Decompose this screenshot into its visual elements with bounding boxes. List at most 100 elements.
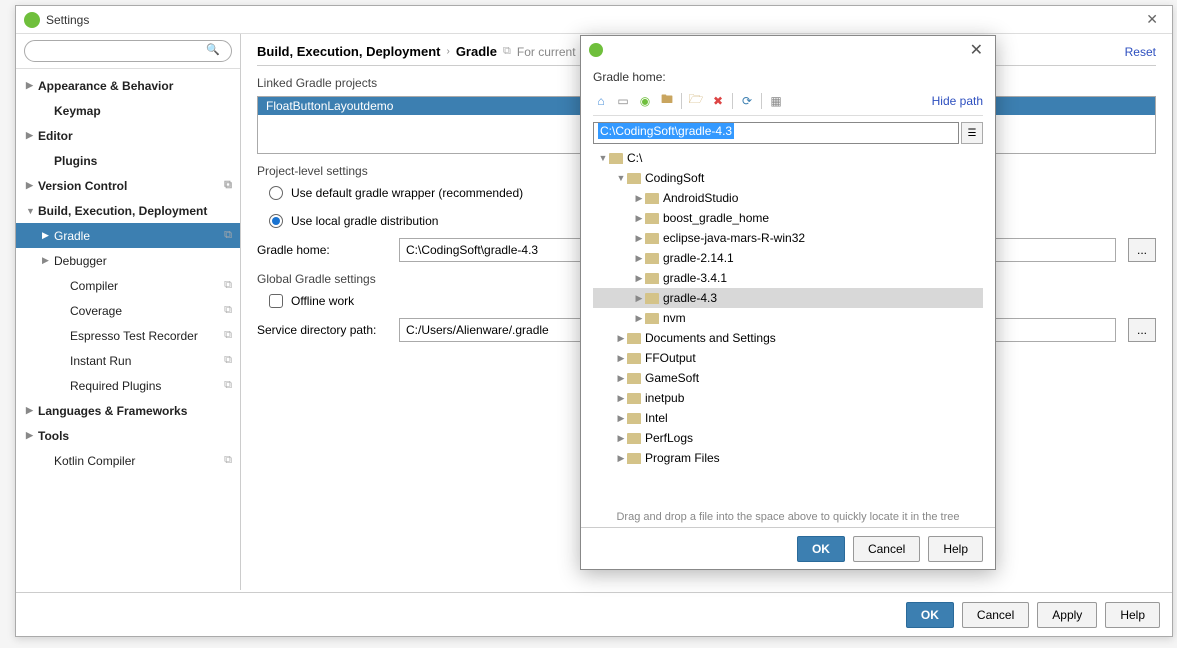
sidebar-item-keymap[interactable]: Keymap <box>16 98 240 123</box>
chevron-right-icon: ▶ <box>633 313 645 324</box>
folder-item-documents-and-settings[interactable]: ▶Documents and Settings <box>593 328 983 348</box>
hide-path-link[interactable]: Hide path <box>932 94 983 108</box>
search-wrap <box>16 34 240 69</box>
folder-item-gradle-4-3[interactable]: ▶gradle-4.3 <box>593 288 983 308</box>
copy-icon[interactable]: ⧉ <box>224 304 232 317</box>
copy-icon[interactable]: ⧉ <box>224 329 232 342</box>
sidebar-item-label: Plugins <box>54 154 97 168</box>
path-history-button[interactable]: ☰ <box>961 122 983 144</box>
modal-toolbar: ⌂ ▭ ◉ 🖿 🗁 ✖ ⟳ ▦ Hide path <box>593 90 983 116</box>
sidebar-item-gradle[interactable]: ▶Gradle⧉ <box>16 223 240 248</box>
gradle-home-browse-button[interactable]: ... <box>1128 238 1156 262</box>
help-button[interactable]: Help <box>1105 602 1160 628</box>
folder-item-boost-gradle-home[interactable]: ▶boost_gradle_home <box>593 208 983 228</box>
folder-item-inetpub[interactable]: ▶inetpub <box>593 388 983 408</box>
refresh-icon[interactable]: ⟳ <box>739 93 755 109</box>
sidebar-item-tools[interactable]: ▶Tools <box>16 423 240 448</box>
apply-button[interactable]: Apply <box>1037 602 1097 628</box>
sidebar-item-version-control[interactable]: ▶Version Control⧉ <box>16 173 240 198</box>
folder-item-gradle-3-4-1[interactable]: ▶gradle-3.4.1 <box>593 268 983 288</box>
search-input[interactable] <box>24 40 232 62</box>
folder-label: Intel <box>645 411 668 425</box>
folder-icon <box>645 293 659 304</box>
sidebar-item-plugins[interactable]: Plugins <box>16 148 240 173</box>
home-icon[interactable]: ⌂ <box>593 93 609 109</box>
copy-icon[interactable]: ⧉ <box>224 354 232 367</box>
folder-item-androidstudio[interactable]: ▶AndroidStudio <box>593 188 983 208</box>
cancel-button[interactable]: Cancel <box>962 602 1029 628</box>
sidebar-item-languages-frameworks[interactable]: ▶Languages & Frameworks <box>16 398 240 423</box>
path-input[interactable]: C:\CodingSoft\gradle-4.3 <box>593 122 959 144</box>
desktop-icon[interactable]: ▭ <box>615 93 631 109</box>
chevron-right-icon: ▶ <box>615 453 627 464</box>
ok-button[interactable]: OK <box>797 536 845 562</box>
folder-label: PerfLogs <box>645 431 693 445</box>
sidebar-item-kotlin-compiler[interactable]: Kotlin Compiler ⧉ <box>16 448 240 473</box>
chevron-right-icon: ▶ <box>42 255 54 266</box>
close-icon[interactable]: ✕ <box>1140 11 1164 28</box>
chevron-right-icon: ▶ <box>26 430 38 441</box>
folder-label: inetpub <box>645 391 684 405</box>
copy-icon[interactable]: ⧉ <box>503 45 511 58</box>
copy-icon[interactable]: ⧉ <box>224 379 232 392</box>
folder-item-c-[interactable]: ▼C:\ <box>593 148 983 168</box>
show-hidden-icon[interactable]: ▦ <box>768 93 784 109</box>
separator <box>681 93 682 109</box>
titlebar: Settings ✕ <box>16 6 1172 34</box>
folder-item-intel[interactable]: ▶Intel <box>593 408 983 428</box>
sidebar-item-build-execution-deployment[interactable]: ▼Build, Execution, Deployment <box>16 198 240 223</box>
folder-item-eclipse-java-mars-r-win32[interactable]: ▶eclipse-java-mars-R-win32 <box>593 228 983 248</box>
help-button[interactable]: Help <box>928 536 983 562</box>
sidebar-item-label: Instant Run <box>70 354 131 368</box>
sidebar-item-compiler[interactable]: Compiler⧉ <box>16 273 240 298</box>
service-dir-browse-button[interactable]: ... <box>1128 318 1156 342</box>
gradle-home-modal-label: Gradle home: <box>593 70 983 84</box>
project-icon[interactable]: ◉ <box>637 93 653 109</box>
copy-icon[interactable]: ⧉ <box>224 229 232 242</box>
folder-item-codingsoft[interactable]: ▼CodingSoft <box>593 168 983 188</box>
sidebar-item-instant-run[interactable]: Instant Run ⧉ <box>16 348 240 373</box>
settings-tree[interactable]: ▶Appearance & BehaviorKeymap▶Editor Plugi… <box>16 69 240 590</box>
folder-item-ffoutput[interactable]: ▶FFOutput <box>593 348 983 368</box>
sidebar-item-debugger[interactable]: ▶Debugger <box>16 248 240 273</box>
folder-icon <box>627 173 641 184</box>
folder-item-program-files[interactable]: ▶Program Files <box>593 448 983 468</box>
radio-checked-icon[interactable] <box>269 214 283 228</box>
reset-link[interactable]: Reset <box>1125 45 1156 59</box>
copy-icon[interactable]: ⧉ <box>224 179 232 192</box>
copy-icon[interactable]: ⧉ <box>224 454 232 467</box>
chevron-right-icon: ▶ <box>42 230 54 241</box>
sidebar-item-editor[interactable]: ▶Editor <box>16 123 240 148</box>
new-folder-icon[interactable]: 🗁 <box>688 93 704 109</box>
sidebar-item-appearance-behavior[interactable]: ▶Appearance & Behavior <box>16 73 240 98</box>
folder-item-gradle-2-14-1[interactable]: ▶gradle-2.14.1 <box>593 248 983 268</box>
chevron-right-icon: ▶ <box>633 273 645 284</box>
sidebar-item-label: Kotlin Compiler <box>54 454 135 468</box>
folder-label: boost_gradle_home <box>663 211 769 225</box>
copy-icon[interactable]: ⧉ <box>224 279 232 292</box>
folder-item-gamesoft[interactable]: ▶GameSoft <box>593 368 983 388</box>
folder-icon <box>627 353 641 364</box>
cancel-button[interactable]: Cancel <box>853 536 920 562</box>
checkbox-icon[interactable] <box>269 294 283 308</box>
folder-tree[interactable]: ▼C:\▼CodingSoft▶AndroidStudio▶boost_grad… <box>593 148 983 507</box>
sidebar-item-label: Espresso Test Recorder <box>70 329 198 343</box>
gradle-home-label: Gradle home: <box>257 243 387 257</box>
ok-button[interactable]: OK <box>906 602 954 628</box>
sidebar-item-espresso-test-recorder[interactable]: Espresso Test Recorder ⧉ <box>16 323 240 348</box>
chevron-right-icon: ▶ <box>633 293 645 304</box>
dialog-footer: OK Cancel Apply Help <box>16 592 1172 636</box>
sidebar-item-required-plugins[interactable]: Required Plugins ⧉ <box>16 373 240 398</box>
sidebar-item-label: Required Plugins <box>70 379 161 393</box>
close-icon[interactable]: ✕ <box>966 40 987 60</box>
folder-item-perflogs[interactable]: ▶PerfLogs <box>593 428 983 448</box>
breadcrumb-main: Build, Execution, Deployment <box>257 44 440 59</box>
radio-icon[interactable] <box>269 186 283 200</box>
delete-icon[interactable]: ✖ <box>710 93 726 109</box>
folder-item-nvm[interactable]: ▶nvm <box>593 308 983 328</box>
folder-icon[interactable]: 🖿 <box>659 93 675 109</box>
sidebar-item-coverage[interactable]: Coverage⧉ <box>16 298 240 323</box>
app-icon <box>24 12 40 28</box>
chevron-right-icon: ▶ <box>26 80 38 91</box>
chevron-down-icon: ▼ <box>615 173 627 183</box>
